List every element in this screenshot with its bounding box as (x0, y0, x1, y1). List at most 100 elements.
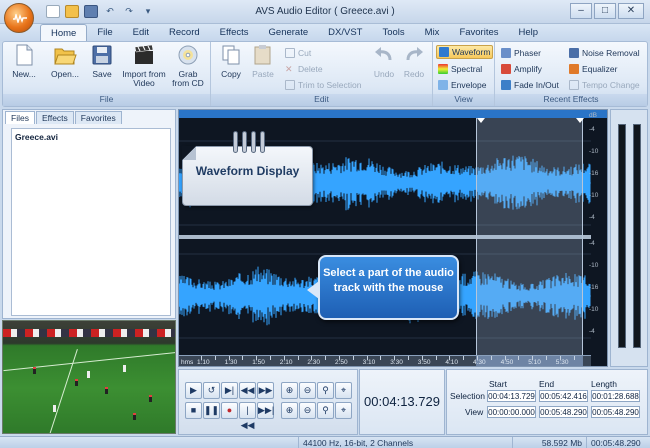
spectral-view-button[interactable]: ​Spectral (438, 62, 482, 76)
selected-region[interactable] (476, 118, 584, 355)
import-video-button[interactable]: Import from Video (121, 44, 167, 88)
menu-home[interactable]: Home (40, 24, 88, 41)
loop-icon: ↺ (207, 385, 216, 395)
loop-button[interactable]: ↺ (203, 382, 220, 399)
menu-generate[interactable]: Generate (259, 24, 319, 41)
ruler-tick (463, 356, 465, 360)
ruler-unit: hms (181, 359, 194, 366)
film-clapper-icon (134, 44, 154, 64)
grab-cd-button[interactable]: Grab from CD (169, 44, 207, 88)
tab-favorites[interactable]: Favorites (74, 111, 122, 124)
overview-timeline[interactable] (179, 110, 607, 118)
tab-effects[interactable]: Effects (35, 111, 74, 124)
selection-start-field[interactable]: 00:04:13.729 (487, 390, 536, 402)
noise-removal-label: Noise Removal (582, 48, 640, 58)
ruler-tick (325, 356, 327, 360)
maximize-button[interactable]: □ (594, 3, 616, 19)
time-ruler[interactable]: hms 1:10 1:30 1:50 2:10 2:30 2:50 3:10 3:30 3:50 4… (179, 355, 591, 366)
trim-selection-button[interactable]: ​Trim to Selection (285, 78, 361, 92)
equalizer-label: Equalizer (582, 64, 618, 74)
menu-effects[interactable]: Effects (210, 24, 259, 41)
menu-tools[interactable]: Tools (372, 24, 414, 41)
menu-mix[interactable]: Mix (415, 24, 450, 41)
zoom-vertical-selection-button[interactable]: ⌖ (335, 402, 352, 419)
menu-edit[interactable]: Edit (123, 24, 159, 41)
zoom-in-button[interactable]: ⊕ (281, 382, 298, 399)
go-to-end-icon: ▶▶| (258, 405, 275, 415)
left-panel: Files Effects Favorites Greece.avi (2, 109, 176, 319)
file-item[interactable]: Greece.avi (15, 132, 58, 142)
record-button[interactable]: ● (221, 402, 238, 419)
save-button[interactable]: Save (89, 44, 115, 79)
amplify-button[interactable]: ​Amplify (501, 62, 542, 76)
cd-disc-icon (178, 45, 198, 65)
zoom-vertical-out-button[interactable]: ⊖ (299, 402, 316, 419)
status-size: 58.592 Mb (512, 437, 586, 448)
go-to-start-button[interactable]: |◀◀ (239, 402, 256, 430)
trim-icon: ​ (285, 80, 295, 90)
cut-button[interactable]: ​Cut (285, 46, 311, 60)
ruler-tick (490, 356, 492, 360)
app-menu-orb[interactable] (4, 3, 34, 33)
length-header: Length (591, 379, 617, 389)
ruler-label: 4:30 (473, 359, 486, 366)
delete-button[interactable]: ✕ Delete (285, 62, 323, 76)
file-list: Greece.avi (11, 128, 171, 316)
equalizer-button[interactable]: ​Equalizer (569, 62, 617, 76)
menu-file[interactable]: File (87, 24, 122, 41)
play-selection-button[interactable]: ▶| (221, 382, 238, 399)
zoom-selection-button[interactable]: ⌖ (335, 382, 352, 399)
grab-cd-label: Grab from CD (172, 69, 204, 88)
view-start-field[interactable]: 00:00:00.000 (487, 406, 536, 418)
ribbon-group-recent-effects: ​Phaser ​Noise Removal ​Amplify ​Equaliz… (495, 42, 647, 106)
minimize-button[interactable]: – (570, 3, 592, 19)
selection-length-field[interactable]: 00:01:28.688 (591, 390, 640, 402)
rewind-button[interactable]: ◀◀ (239, 382, 256, 399)
open-button[interactable]: Open... (47, 44, 83, 79)
new-button[interactable]: New... (11, 44, 37, 79)
zoom-vertical-in-button[interactable]: ⊕ (281, 402, 298, 419)
copy-button[interactable]: Copy (217, 44, 245, 79)
fade-in-out-button[interactable]: ​Fade In/Out (501, 78, 559, 92)
window-title: AVS Audio Editor ( Greece.avi ) (0, 6, 650, 17)
tab-files[interactable]: Files (5, 111, 35, 124)
zoom-out-button[interactable]: ⊖ (299, 382, 316, 399)
view-length-field[interactable]: 00:05:48.290 (591, 406, 640, 418)
tempo-change-button[interactable]: ​Tempo Change (569, 78, 640, 92)
pause-button[interactable]: ❚❚ (203, 402, 220, 419)
zoom-vertical-full-button[interactable]: ⚲ (317, 402, 334, 419)
menu-favorites[interactable]: Favorites (449, 24, 508, 41)
db-label: -10 (589, 192, 599, 199)
close-button[interactable]: ✕ (618, 3, 644, 19)
app-window: ​ ​ ​ ↶ ↷ ▾ AVS Audio Editor ( Greece.av… (0, 0, 650, 448)
paste-button[interactable]: Paste (249, 44, 277, 79)
go-to-end-button[interactable]: ▶▶| (257, 402, 274, 419)
redo-arrow-icon (406, 47, 423, 61)
view-end-field[interactable]: 00:05:48.290 (539, 406, 588, 418)
zoom-full-button[interactable]: ⚲ (317, 382, 334, 399)
fade-icon: ​ (501, 80, 511, 90)
player (149, 395, 152, 402)
play-button[interactable]: ▶ (185, 382, 202, 399)
menu-bar: Home File Edit Record Effects Generate DX/VST T… (0, 24, 650, 41)
menu-help[interactable]: Help (509, 24, 549, 41)
undo-button[interactable]: Undo (371, 44, 397, 79)
noise-removal-icon: ​ (569, 48, 579, 58)
waveform-view-button[interactable]: ​Waveform (436, 45, 494, 59)
ruler-label: 5:30 (555, 359, 569, 366)
fast-forward-button[interactable]: ▶▶ (257, 382, 274, 399)
play-to-end-icon: ▶| (224, 385, 235, 395)
paste-label: Paste (252, 69, 274, 79)
selection-end-field[interactable]: 00:05:42.416 (539, 390, 588, 402)
menu-record[interactable]: Record (159, 24, 210, 41)
level-meter-left (618, 124, 626, 348)
noise-removal-button[interactable]: ​Noise Removal (569, 46, 640, 60)
phaser-button[interactable]: ​Phaser (501, 46, 541, 60)
pitch-line (3, 351, 175, 372)
redo-button[interactable]: Redo (401, 44, 427, 79)
stop-button[interactable]: ■ (185, 402, 202, 419)
envelope-view-button[interactable]: ​Envelope (438, 78, 486, 92)
player (75, 379, 78, 386)
menu-dx-vst[interactable]: DX/VST (318, 24, 372, 41)
open-folder-icon (54, 48, 77, 65)
